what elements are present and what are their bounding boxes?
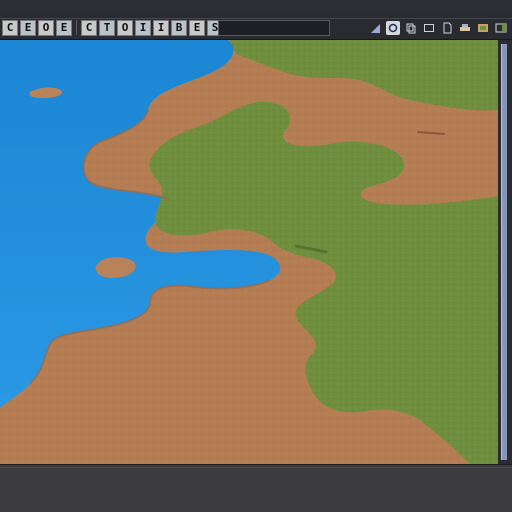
tools-icon[interactable] (458, 21, 472, 35)
toolbar-field[interactable] (218, 20, 330, 36)
bottom-panel (0, 464, 512, 512)
toolbar-button-3[interactable]: O (38, 19, 54, 36)
toolbar-separator (76, 20, 77, 35)
toolbar-button-6[interactable]: T (99, 19, 115, 36)
scrollbar-track[interactable] (501, 44, 507, 460)
toolbar-button-9[interactable]: I (153, 19, 169, 36)
frame-icon[interactable] (422, 21, 436, 35)
select-icon[interactable] (368, 21, 382, 35)
terrain-viewport[interactable] (0, 40, 499, 464)
toolbar-button-5[interactable]: C (81, 19, 97, 36)
toolbar-buttons-right (368, 19, 508, 36)
copy-icon[interactable] (404, 21, 418, 35)
toolbar-button-8[interactable]: I (135, 19, 151, 36)
editor-window: C E O E C T O I I B E S C A N (0, 0, 512, 512)
toolbar-button-1[interactable]: C (2, 19, 18, 36)
toolbar-button-2[interactable]: E (20, 19, 36, 36)
terrain-map[interactable] (0, 40, 498, 464)
bottom-divider (0, 467, 512, 468)
panel-icon[interactable] (494, 21, 508, 35)
file-icon[interactable] (440, 21, 454, 35)
toolbar: C E O E C T O I I B E S C A N (0, 0, 512, 40)
toolbar-button-11[interactable]: E (189, 19, 205, 36)
toolbar-button-7[interactable]: O (117, 19, 133, 36)
toolbar-button-10[interactable]: B (171, 19, 187, 36)
map-icon[interactable] (476, 21, 490, 35)
toolbar-button-4[interactable]: E (56, 19, 72, 36)
vertical-scrollbar[interactable] (498, 40, 512, 464)
view-icon[interactable] (386, 20, 400, 35)
